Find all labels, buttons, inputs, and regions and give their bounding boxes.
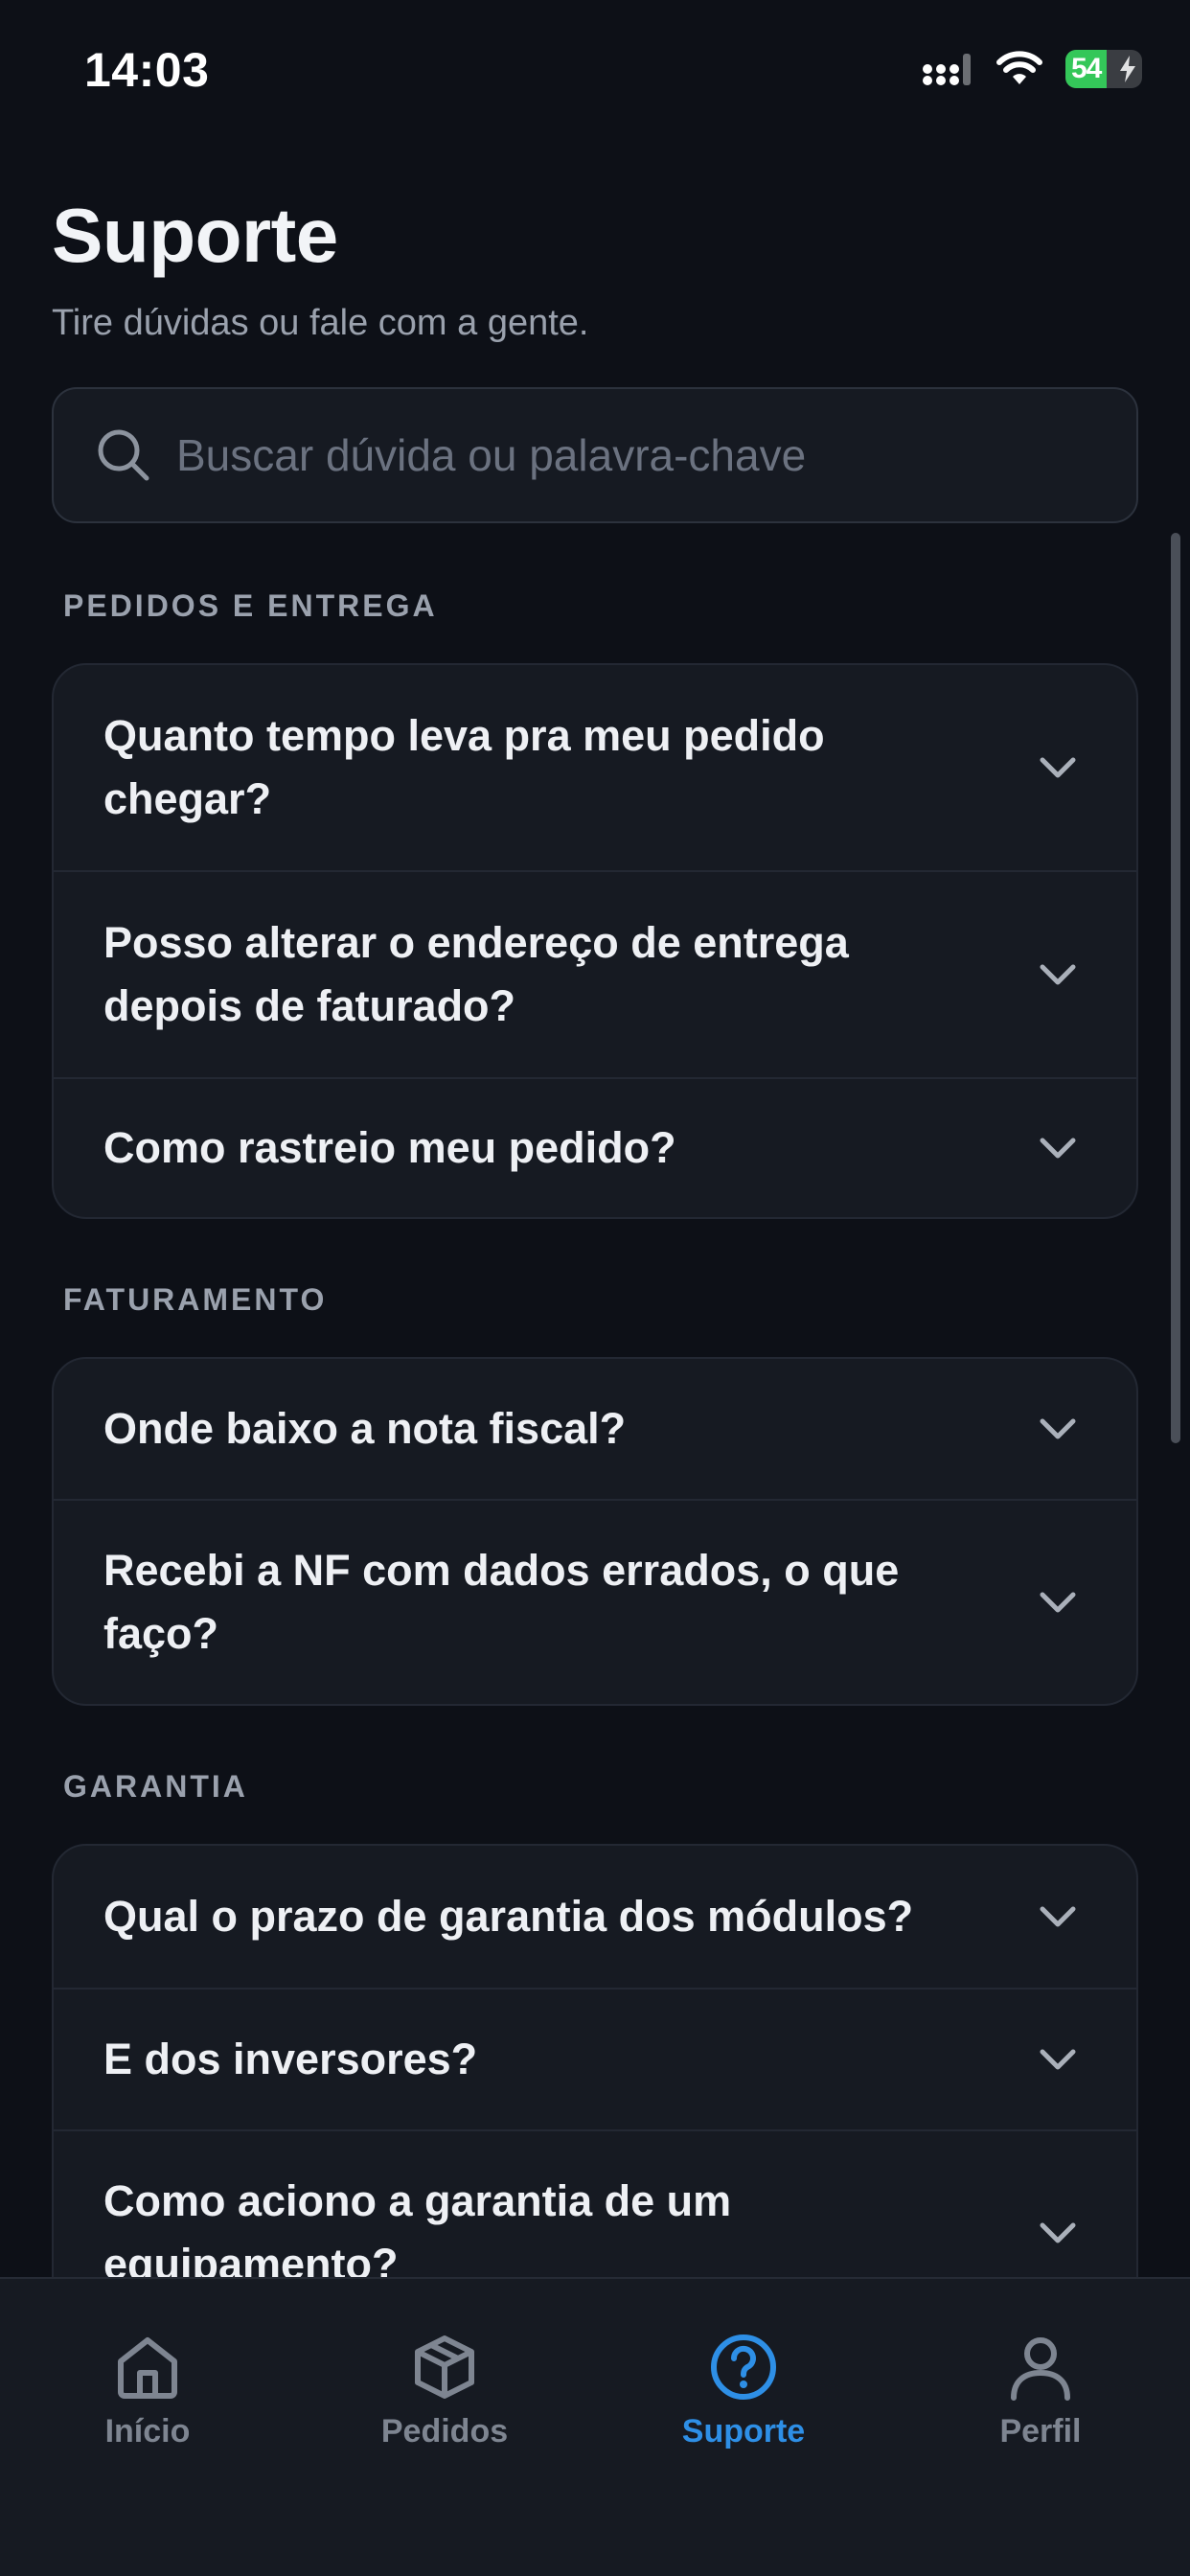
faq-card-faturamento: Onde baixo a nota fiscal? Recebi a NF co… — [52, 1357, 1138, 1706]
charging-bolt-icon — [1119, 56, 1136, 87]
search-input[interactable] — [176, 429, 1096, 481]
tab-perfil[interactable]: Perfil — [916, 2331, 1165, 2450]
tab-label: Início — [104, 2413, 191, 2450]
faq-question: Como rastreio meu pedido? — [103, 1123, 676, 1172]
chevron-down-icon — [1040, 1906, 1076, 1927]
faq-card-garantia: Qual o prazo de garantia dos módulos? E … — [52, 1844, 1138, 2342]
faq-item[interactable]: Onde baixo a nota fiscal? — [54, 1359, 1136, 1499]
tab-label: Pedidos — [380, 2413, 509, 2450]
support-screen: 14:03 54 Suporte Tire dúvidas ou fale co… — [0, 0, 1190, 2576]
faq-question-line: Como aciono a garantia de um — [103, 2176, 732, 2225]
section-label-faturamento: FATURAMENTO — [63, 1282, 328, 1317]
faq-question-line: chegar? — [103, 774, 272, 823]
battery-level: 54 — [1071, 53, 1102, 84]
faq-question: Recebi a NF com dados errados, o que faç… — [103, 1539, 899, 1666]
faq-item[interactable]: Como rastreio meu pedido? — [54, 1077, 1136, 1217]
section-label-garantia: GARANTIA — [63, 1769, 248, 1804]
faq-question: E dos inversores? — [103, 2035, 478, 2083]
chevron-down-icon — [1040, 2049, 1076, 2070]
page-subtitle: Tire dúvidas ou fale com a gente. — [52, 303, 589, 343]
faq-question-line: faço? — [103, 1609, 219, 1658]
tab-bar: Início Pedidos Suporte Perfil — [0, 2277, 1190, 2576]
chevron-down-icon — [1040, 1592, 1076, 1613]
chevron-down-icon — [1040, 1418, 1076, 1439]
faq-item[interactable]: Qual o prazo de garantia dos módulos? — [54, 1846, 1136, 1988]
faq-item[interactable]: Quanto tempo leva pra meu pedido chegar? — [54, 665, 1136, 870]
tab-label: Perfil — [999, 2413, 1082, 2450]
status-bar: 14:03 54 — [0, 0, 1190, 144]
chevron-down-icon — [1040, 1138, 1076, 1159]
scrollbar[interactable] — [1171, 533, 1180, 1443]
status-icons: 54 — [922, 50, 1142, 88]
faq-question-line: Quanto tempo leva pra meu pedido — [103, 711, 825, 760]
user-icon — [1011, 2337, 1070, 2401]
battery-indicator: 54 — [1065, 50, 1142, 88]
section-label-pedidos-entrega: PEDIDOS E ENTREGA — [63, 588, 438, 623]
status-time: 14:03 — [84, 43, 210, 97]
faq-question: Posso alterar o endereço de entrega depo… — [103, 911, 849, 1038]
faq-question-line: Posso alterar o endereço de entrega — [103, 918, 849, 967]
faq-question-line: depois de faturado? — [103, 981, 516, 1030]
faq-item[interactable]: E dos inversores? — [54, 1988, 1136, 2129]
tab-pedidos[interactable]: Pedidos — [320, 2331, 569, 2450]
search-box[interactable] — [52, 387, 1138, 523]
chevron-down-icon — [1040, 2222, 1076, 2243]
help-icon — [711, 2334, 776, 2400]
faq-item[interactable]: Posso alterar o endereço de entrega depo… — [54, 870, 1136, 1077]
chevron-down-icon — [1040, 964, 1076, 985]
tab-suporte[interactable]: Suporte — [619, 2331, 868, 2450]
search-icon — [98, 429, 149, 481]
chevron-down-icon — [1040, 757, 1076, 778]
faq-question: Quanto tempo leva pra meu pedido chegar? — [103, 704, 825, 831]
faq-question-line: Recebi a NF com dados errados, o que — [103, 1546, 900, 1595]
signal-icon — [922, 50, 973, 88]
faq-card-pedidos-entrega: Quanto tempo leva pra meu pedido chegar?… — [52, 663, 1138, 1219]
home-icon — [118, 2337, 177, 2399]
box-icon — [415, 2335, 474, 2399]
tab-inicio[interactable]: Início — [23, 2331, 272, 2450]
faq-question: Qual o prazo de garantia dos módulos? — [103, 1892, 914, 1941]
tab-label: Suporte — [681, 2413, 806, 2450]
wifi-icon — [995, 50, 1044, 88]
faq-item[interactable]: Recebi a NF com dados errados, o que faç… — [54, 1499, 1136, 1704]
faq-question: Onde baixo a nota fiscal? — [103, 1404, 627, 1453]
page-title: Suporte — [52, 193, 338, 278]
